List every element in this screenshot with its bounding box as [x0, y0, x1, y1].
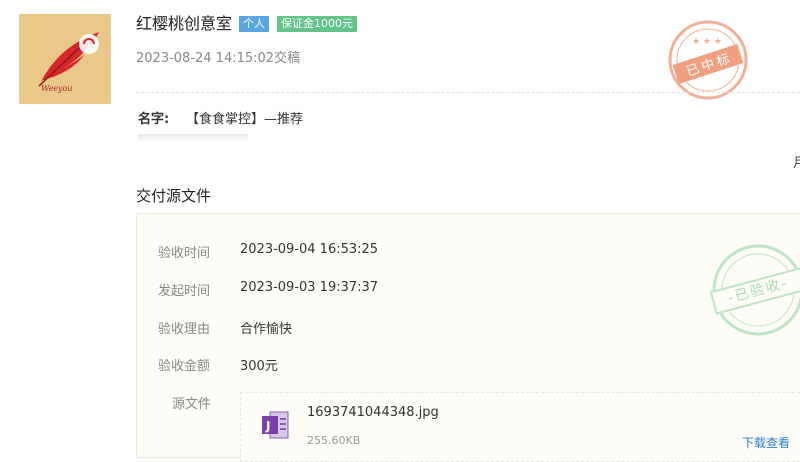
download-view-link[interactable]: 下载查看 — [742, 434, 790, 451]
awarded-stamp: ★ ★ ★ 已中标 — [666, 18, 750, 102]
personal-badge: 个人 — [239, 16, 269, 32]
faded-content — [138, 134, 248, 142]
submit-time: 2023-08-24 14:15:02交稿 — [136, 51, 301, 66]
clipped-text: 月 — [793, 156, 800, 171]
section-title: 交付源文件 — [136, 187, 212, 205]
accept-time-label: 验收时间 — [158, 246, 211, 261]
accept-amount-value: 300元 — [240, 359, 278, 374]
start-time-label: 发起时间 — [158, 284, 211, 299]
accepted-stamp: -已验收- — [708, 240, 800, 340]
svg-text:★ ★ ★: ★ ★ ★ — [692, 37, 722, 47]
accept-time-value: 2023-09-04 16:53:25 — [240, 242, 379, 257]
name-value: 【食食掌控】—推荐 — [186, 112, 304, 127]
accept-reason-value: 合作愉快 — [240, 322, 293, 337]
avatar[interactable]: Weeyou — [19, 14, 111, 104]
file-name[interactable]: 1693741044348.jpg — [307, 405, 439, 420]
file-size: 255.60KB — [307, 434, 361, 447]
file-card — [240, 392, 800, 462]
accept-amount-label: 验收金额 — [158, 359, 211, 374]
onenote-file-icon: J — [262, 410, 290, 440]
avatar-text: Weeyou — [41, 84, 73, 93]
divider — [136, 92, 800, 93]
svg-text:J: J — [265, 419, 270, 433]
accept-reason-label: 验收理由 — [158, 322, 211, 337]
name-label: 名字: — [138, 112, 170, 127]
deposit-badge: 保证金1000元 — [277, 16, 357, 32]
studio-name[interactable]: 红樱桃创意室 — [136, 12, 232, 36]
start-time-value: 2023-09-03 19:37:37 — [240, 280, 379, 295]
